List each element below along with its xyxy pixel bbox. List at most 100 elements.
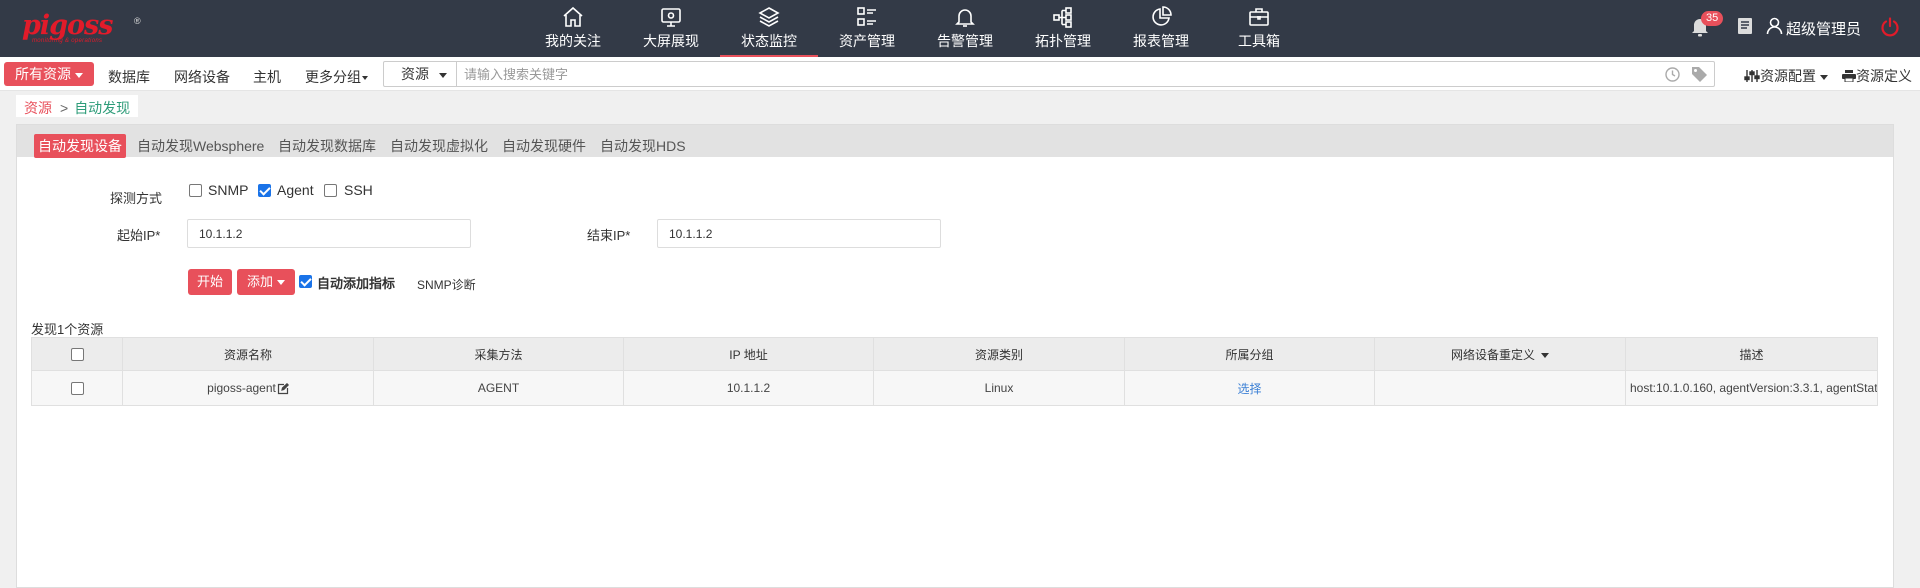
column-header-redefine[interactable]: 网络设备重定义 <box>1374 337 1626 371</box>
column-header[interactable]: 所属分组 <box>1124 337 1375 371</box>
tab-discover-hds[interactable]: 自动发现HDS <box>596 134 690 158</box>
nav-asset-management[interactable]: 资产管理 <box>818 0 916 57</box>
snmp-label: SNMP <box>208 182 249 198</box>
nav-big-screen[interactable]: 大屏展现 <box>622 0 720 57</box>
tab-discover-device[interactable]: 自动发现设备 <box>34 134 126 158</box>
nav-toolbox[interactable]: 工具箱 <box>1210 0 1308 57</box>
logo-subtitle: monitoring & operations <box>32 38 103 44</box>
resource-name-cell: pigoss-agent <box>122 370 374 406</box>
description-cell: host:10.1.0.160, agentVersion:3.3.1, age… <box>1625 370 1878 406</box>
redefine-cell[interactable] <box>1374 370 1626 406</box>
nav-label: 资产管理 <box>839 33 895 49</box>
row-checkbox[interactable] <box>70 382 84 396</box>
nav-label: 状态监控 <box>741 33 797 49</box>
nav-status-monitor[interactable]: 状态监控 <box>720 0 818 57</box>
breadcrumb-separator: > <box>60 100 69 116</box>
resource-define-label: 资源定义 <box>1856 68 1912 84</box>
tab-discover-hardware[interactable]: 自动发现硬件 <box>498 134 590 158</box>
auto-add-metrics-checkbox[interactable] <box>299 275 312 288</box>
pigoss-logo[interactable]: pigoss monitoring & operations ® <box>22 10 144 45</box>
search-type-label: 资源 <box>401 66 429 82</box>
select-all-cell <box>31 337 123 371</box>
tab-discover-websphere[interactable]: 自动发现Websphere <box>133 134 268 158</box>
chevron-down-icon <box>362 76 368 81</box>
topology-icon <box>1053 7 1072 28</box>
nav-topology-management[interactable]: 拓扑管理 <box>1014 0 1112 57</box>
power-logout-icon[interactable] <box>1880 17 1900 37</box>
group-network-device[interactable]: 网络设备 <box>174 67 230 87</box>
select-all-checkbox[interactable] <box>70 348 84 362</box>
sliders-icon <box>1744 70 1760 82</box>
resource-config-dropdown[interactable]: 资源配置 <box>1744 66 1828 86</box>
group-database[interactable]: 数据库 <box>108 67 150 87</box>
start-button[interactable]: 开始 <box>188 269 232 295</box>
history-clock-icon[interactable] <box>1665 67 1680 82</box>
group-host[interactable]: 主机 <box>253 67 281 87</box>
alert-count-badge[interactable]: 35 <box>1701 11 1724 26</box>
column-header[interactable]: 采集方法 <box>373 337 624 371</box>
snmp-diagnose-link[interactable]: SNMP诊断 <box>417 276 476 293</box>
resource-toolbar: 所有资源 数据库 网络设备 主机 更多分组 资源 资源配置 资源定义 <box>0 57 1920 91</box>
end-ip-input[interactable] <box>657 219 941 248</box>
column-header[interactable]: 资源名称 <box>122 337 374 371</box>
search-input[interactable] <box>464 63 1564 85</box>
start-ip-input[interactable] <box>187 219 471 248</box>
ip-address-cell: 10.1.1.2 <box>623 370 874 406</box>
collect-method-cell: AGENT <box>373 370 624 406</box>
user-icon[interactable] <box>1766 17 1783 35</box>
all-resources-label: 所有资源 <box>15 66 71 82</box>
row-select-cell <box>31 370 123 406</box>
logo-registered-mark: ® <box>134 16 141 26</box>
book-icon[interactable] <box>1737 17 1753 35</box>
group-cell: 选择 <box>1124 370 1375 406</box>
current-user-name[interactable]: 超级管理员 <box>1786 18 1861 39</box>
agent-label: Agent <box>277 182 314 198</box>
all-resources-dropdown[interactable]: 所有资源 <box>4 62 94 86</box>
probe-method-label: 探测方式 <box>110 191 163 206</box>
top-nav-bar: pigoss monitoring & operations ® 我的关注 大屏… <box>0 0 1920 57</box>
chevron-down-icon <box>277 280 285 286</box>
discovery-tabs: 自动发现设备 自动发现Websphere 自动发现数据库 自动发现虚拟化 自动发… <box>17 125 1893 158</box>
add-label: 添加 <box>246 274 273 289</box>
agent-checkbox[interactable] <box>258 184 271 197</box>
nav-label: 告警管理 <box>937 33 993 49</box>
nav-label: 拓扑管理 <box>1035 33 1091 49</box>
auto-add-metrics-label: 自动添加指标 <box>317 276 396 291</box>
chevron-down-icon <box>439 72 447 78</box>
discovered-count: 发现1个资源 <box>31 322 104 337</box>
screen-icon <box>661 8 681 27</box>
nav-label: 报表管理 <box>1133 33 1189 49</box>
select-group-link[interactable]: 选择 <box>1237 382 1261 396</box>
edit-icon[interactable] <box>277 382 289 395</box>
snmp-checkbox[interactable] <box>189 184 202 197</box>
nav-alarm-management[interactable]: 告警管理 <box>916 0 1014 57</box>
tab-discover-database[interactable]: 自动发现数据库 <box>274 134 380 158</box>
search-type-select[interactable]: 资源 <box>384 62 457 86</box>
nav-my-focus[interactable]: 我的关注 <box>524 0 622 57</box>
group-more-label: 更多分组 <box>305 69 361 85</box>
column-header[interactable]: 描述 <box>1625 337 1878 371</box>
toolbox-icon <box>1249 8 1269 26</box>
resource-define-button[interactable]: 资源定义 <box>1842 66 1912 86</box>
add-dropdown-button[interactable]: 添加 <box>237 269 295 295</box>
resource-name: pigoss-agent <box>207 381 276 395</box>
tag-icon[interactable] <box>1691 66 1708 82</box>
list-icon <box>857 7 876 26</box>
breadcrumb-root[interactable]: 资源 <box>24 100 52 116</box>
group-more-dropdown[interactable]: 更多分组 <box>305 67 368 87</box>
ssh-label: SSH <box>344 182 373 198</box>
column-header[interactable]: IP 地址 <box>623 337 874 371</box>
tab-discover-virtualization[interactable]: 自动发现虚拟化 <box>386 134 492 158</box>
auto-discovery-panel: 自动发现设备 自动发现Websphere 自动发现数据库 自动发现虚拟化 自动发… <box>16 124 1894 588</box>
search-box: 资源 <box>383 61 1715 87</box>
pie-chart-icon <box>1152 6 1172 26</box>
chevron-down-icon <box>75 72 83 78</box>
column-header[interactable]: 资源类别 <box>873 337 1125 371</box>
chevron-down-icon <box>1541 352 1549 358</box>
nav-report-management[interactable]: 报表管理 <box>1112 0 1210 57</box>
resource-category-cell: Linux <box>873 370 1125 406</box>
logo-brand: pigoss <box>22 10 113 41</box>
discovered-resources-table: 资源名称 采集方法 IP 地址 资源类别 所属分组 网络设备重定义 描述 pig… <box>31 337 1878 406</box>
layers-icon <box>758 7 780 27</box>
ssh-checkbox[interactable] <box>324 184 337 197</box>
